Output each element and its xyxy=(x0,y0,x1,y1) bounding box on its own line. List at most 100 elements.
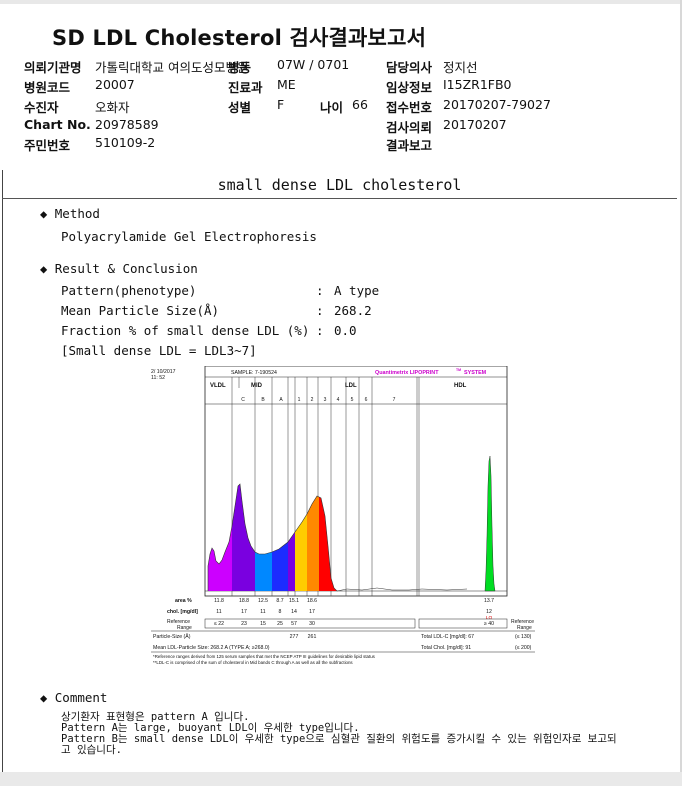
comment-line: 고 있습니다. xyxy=(61,744,122,756)
band-label: 3 xyxy=(324,397,327,403)
header-field-label: 담당의사 xyxy=(386,57,432,76)
particle-size-label: Particle-Size (Å) xyxy=(153,633,191,640)
area-pct-value: 11.8 xyxy=(214,598,224,604)
field-label-text: 담당의사 xyxy=(386,60,433,75)
field-label-text: Chart No. xyxy=(24,117,91,132)
method-text: Polyacrylamide Gel Electrophoresis xyxy=(61,229,317,244)
header-field-label: 병원코드 xyxy=(24,77,70,96)
group-label-ldl: LDL xyxy=(345,383,357,389)
result-label-size: Mean Particle Size(Å) xyxy=(61,303,220,318)
field-label-text: 결과보고 xyxy=(386,138,433,153)
result-value-size: 268.2 xyxy=(334,303,372,318)
header-field-value: 20007 xyxy=(95,77,135,92)
reference-value: 25 xyxy=(277,621,283,627)
band-label: 6 xyxy=(365,397,368,403)
header-field-label: 접수번호 xyxy=(386,97,432,116)
result-label-pattern: Pattern(phenotype) xyxy=(61,283,197,298)
band-label: 5 xyxy=(351,397,354,403)
result-sep-size: : xyxy=(316,303,324,318)
footnote-2: **LDL-C is comprised of the sum of chole… xyxy=(153,660,353,665)
header-field-label: Chart No. xyxy=(24,117,91,132)
diamond-bullet-icon: ◆ xyxy=(40,691,48,705)
area-pct-value: 18.6 xyxy=(307,598,317,604)
area-pct-value: 13.7 xyxy=(484,598,494,604)
top-border xyxy=(0,0,682,4)
total-chol-ref: (≤ 200) xyxy=(515,645,532,651)
field-label-text: 의뢰기관명 xyxy=(24,60,82,75)
row-label-ref2: Range xyxy=(177,625,192,631)
chart-sample: SAMPLE: 7-190524 xyxy=(231,370,277,376)
result-sep-pattern: : xyxy=(316,283,324,298)
chart-time: 11: 52 xyxy=(151,375,165,381)
result-heading-row: ◆ Result & Conclusion xyxy=(40,261,198,276)
chol-value: 17 xyxy=(241,609,247,615)
field-label-text: 주민번호 xyxy=(24,138,71,153)
group-label-hdl: HDL xyxy=(454,383,467,389)
report-title: SD LDL Cholesterol 검사결과보고서 xyxy=(52,26,427,50)
chart-brand-suffix: SYSTEM xyxy=(464,370,487,376)
total-ldl-ref: (≤ 130) xyxy=(515,634,532,640)
field-label-text: 나이 xyxy=(320,100,344,115)
chol-value: 11 xyxy=(260,609,265,615)
comment-heading-row: ◆ Comment xyxy=(40,690,107,705)
method-heading-row: ◆ Method xyxy=(40,206,100,221)
header-field-label: 검사의뢰 xyxy=(386,117,432,136)
page-bottom-band xyxy=(0,772,682,786)
chart-brand-tm: TM xyxy=(456,368,461,372)
field-label-text: 임상정보 xyxy=(386,80,433,95)
total-ldl: Total LDL-C [mg/dl]: 67 xyxy=(421,634,474,640)
method-heading: Method xyxy=(54,206,100,221)
header-field-label: 결과보고 xyxy=(386,135,432,154)
field-label-text: 성별 xyxy=(228,100,252,115)
header-field-value: 20170207 xyxy=(443,117,507,132)
band-label: 4 xyxy=(337,397,340,403)
chol-value: 14 xyxy=(291,609,297,615)
peak-mid-b xyxy=(255,552,272,591)
area-pct-value: 12.5 xyxy=(258,598,268,604)
result-value-pattern: A type xyxy=(334,283,380,298)
chart-bg xyxy=(147,366,537,676)
header-field-label: 임상정보 xyxy=(386,77,432,96)
reference-value: ≤ 22 xyxy=(214,621,224,627)
header-field-label: 성별 xyxy=(228,97,251,116)
field-label-text: 병원코드 xyxy=(24,80,71,95)
chol-value: 11 xyxy=(216,609,221,615)
band-label: 7 xyxy=(393,397,396,403)
band-label: 1 xyxy=(298,397,301,403)
header-field-label: 주민번호 xyxy=(24,135,70,154)
section-title: small dense LDL cholesterol xyxy=(2,172,677,199)
comment-line: Pattern B는 small dense LDL이 우세한 type으로 심… xyxy=(61,733,617,745)
group-label-mid: MID xyxy=(251,383,263,389)
row-label-area: area % xyxy=(175,598,192,604)
header-field-value: I15ZR1FB0 xyxy=(443,77,512,92)
reference-value: ≥ 40 xyxy=(484,621,494,627)
row-label-ref-right2: Range xyxy=(517,625,532,631)
comment-heading: Comment xyxy=(54,690,108,705)
header-field-value: 정지선 xyxy=(443,60,478,75)
diamond-bullet-icon: ◆ xyxy=(40,262,48,276)
mean-ldl-label: Mean LDL-Particle Size: 268.2 A (TYPE A;… xyxy=(153,645,270,651)
footnote-1: *Reference ranges derived from 125 serum… xyxy=(153,654,376,659)
particle-size-1: 277 xyxy=(290,634,299,640)
header-field-label: 병동 xyxy=(228,57,251,76)
result-value-fraction: 0.0 xyxy=(334,323,357,338)
header-field-value: 20978589 xyxy=(95,117,159,132)
reference-value: 57 xyxy=(291,621,297,627)
reference-value: 15 xyxy=(260,621,266,627)
particle-size-2: 261 xyxy=(308,634,317,640)
result-sep-fraction: : xyxy=(316,323,324,338)
chol-value: 17 xyxy=(309,609,315,615)
result-label-fraction: Fraction % of small dense LDL (%) xyxy=(61,323,310,338)
reference-value: 23 xyxy=(241,621,247,627)
field-label-text: 수진자 xyxy=(24,100,59,115)
field-label-text: 접수번호 xyxy=(386,100,433,115)
reference-value: 30 xyxy=(309,621,315,627)
sd-ldl-note: [Small dense LDL = LDL3~7] xyxy=(61,343,257,358)
area-pct-value: 8.7 xyxy=(276,598,283,604)
field-label-text: 진료과 xyxy=(228,80,263,95)
header-field-value: 510109-2 xyxy=(95,135,156,150)
header-field-value: 오화자 xyxy=(95,100,130,115)
header-field-label: 의뢰기관명 xyxy=(24,57,82,76)
chol-value: 8 xyxy=(279,609,282,615)
band-label: 2 xyxy=(311,397,314,403)
